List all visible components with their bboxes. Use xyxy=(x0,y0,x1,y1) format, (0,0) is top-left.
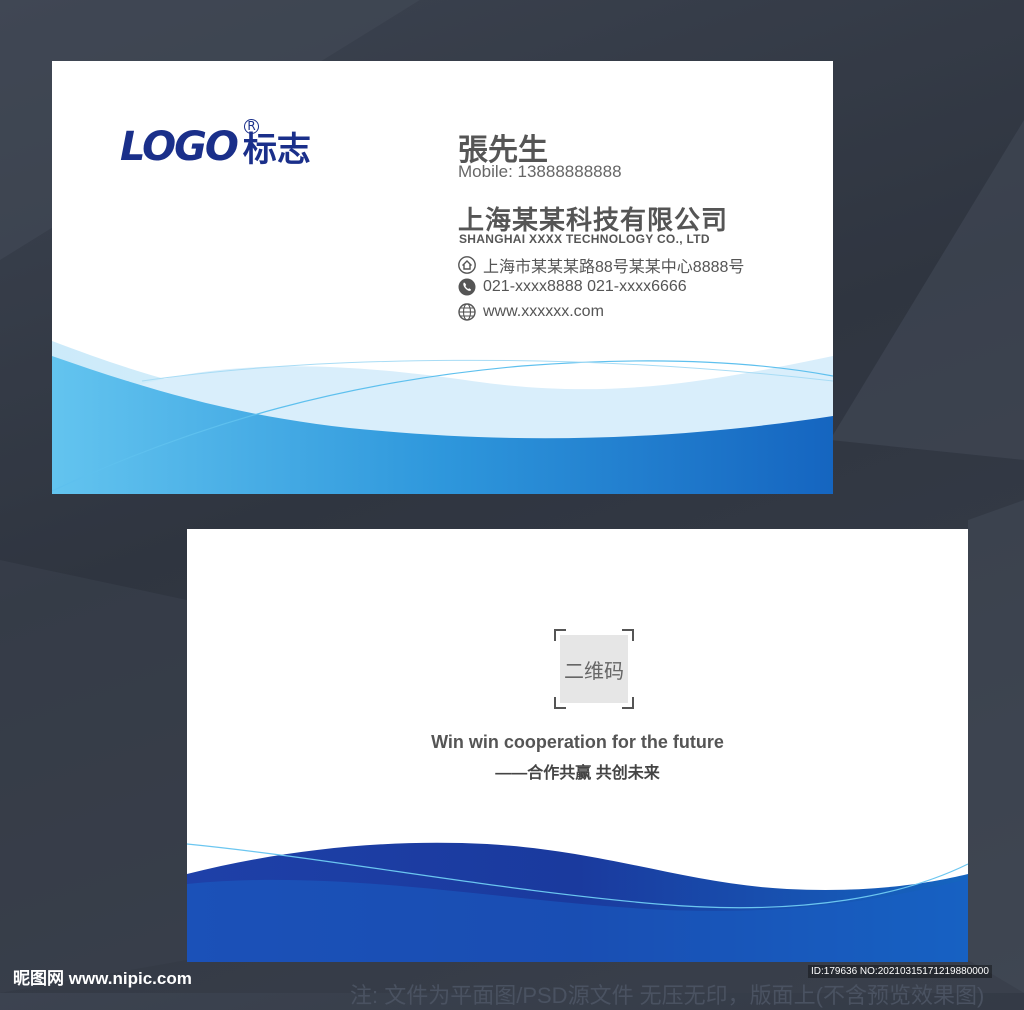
phone-icon xyxy=(458,278,476,296)
business-card-front: LOGO R 标志 張先生 Mobile: 13888888888 上海某某科技… xyxy=(52,61,833,494)
qr-label: 二维码 xyxy=(560,635,628,703)
website-row: www.xxxxxx.com xyxy=(458,303,604,321)
globe-icon xyxy=(458,303,476,321)
home-icon xyxy=(458,256,476,274)
watermark-note: 注: 文件为平面图/PSD源文件 无压无印，版面上(不含预览效果图) xyxy=(350,983,985,1008)
watermark-site: 昵图网 www.nipic.com xyxy=(13,969,192,988)
address-text: 上海市某某某路88号某某中心8888号 xyxy=(483,259,745,276)
logo-text: LOGO xyxy=(120,124,239,170)
qr-code-placeholder: 二维码 xyxy=(554,629,634,709)
phone-row: 021-xxxx8888 021-xxxx6666 xyxy=(458,278,687,296)
website-text: www.xxxxxx.com xyxy=(483,303,604,320)
watermark-id: ID:179636 NO:20210315171219880000 xyxy=(808,965,992,978)
address-row: 上海市某某某路88号某某中心8888号 xyxy=(458,253,744,277)
company-name-en: SHANGHAI XXXX TECHNOLOGY CO., LTD xyxy=(459,232,710,246)
tagline-chinese: ——合作共赢 共创未来 xyxy=(495,765,660,782)
tagline-english: Win win cooperation for the future xyxy=(431,732,724,752)
mobile-number: Mobile: 13888888888 xyxy=(458,162,622,181)
registered-mark: R xyxy=(244,119,259,134)
phone-text: 021-xxxx8888 021-xxxx6666 xyxy=(483,278,687,295)
business-card-back: 二维码 Win win cooperation for the future —… xyxy=(187,529,968,962)
front-wave-decoration xyxy=(52,341,833,494)
logo-cjk-text: 标志 xyxy=(242,130,311,170)
back-wave-decoration xyxy=(187,842,968,962)
company-logo: LOGO R 标志 xyxy=(120,119,311,170)
